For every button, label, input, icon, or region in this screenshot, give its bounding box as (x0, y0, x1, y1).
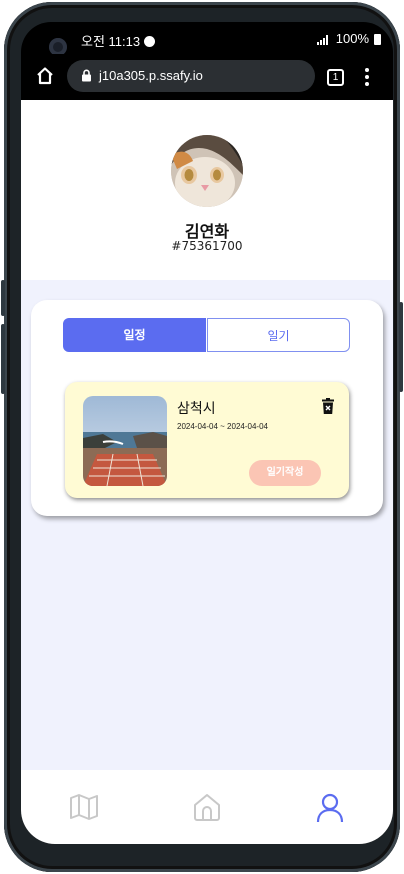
address-bar[interactable]: j10a305.p.ssafy.io (67, 60, 315, 92)
trash-icon[interactable] (321, 398, 335, 414)
browser-menu-icon[interactable] (365, 66, 371, 89)
status-time: 오전 11:13 (81, 31, 156, 50)
screen: 오전 11:13 100% j10a305.p.ssafy.io 1 김연화 #… (21, 22, 393, 844)
side-button (399, 302, 403, 392)
page-content: 김연화 #75361700 일정 일기 삼척시 2024-04-04 ~ 202… (21, 100, 393, 770)
signal-icon (317, 35, 328, 45)
header-wave (21, 258, 393, 276)
write-diary-button[interactable]: 일기작성 (249, 460, 321, 486)
profile-icon[interactable] (315, 792, 345, 824)
trip-thumbnail (83, 396, 167, 486)
status-time-text: 오전 11:13 (81, 34, 141, 49)
map-icon[interactable] (69, 792, 99, 822)
bottom-nav (21, 770, 393, 844)
status-bar: 오전 11:13 100% (21, 22, 393, 56)
tab-schedule[interactable]: 일정 (63, 318, 206, 352)
browser-home-icon[interactable] (35, 66, 55, 86)
schedule-diary-card: 일정 일기 삼척시 2024-04-04 ~ 2024-04-04 일기작성 (31, 300, 383, 516)
browser-bar: j10a305.p.ssafy.io 1 (21, 54, 393, 100)
schedule-item[interactable]: 삼척시 2024-04-04 ~ 2024-04-04 일기작성 (65, 382, 349, 498)
lock-icon (82, 69, 91, 82)
tab-count-button[interactable]: 1 (327, 69, 344, 86)
side-button (1, 280, 5, 316)
trip-dates: 2024-04-04 ~ 2024-04-04 (177, 422, 268, 431)
profile-id: #75361700 (171, 239, 243, 253)
trip-title: 삼척시 (177, 401, 216, 417)
tab-diary[interactable]: 일기 (207, 318, 350, 352)
avatar (171, 135, 243, 207)
battery-text: 100% (335, 31, 369, 46)
side-button (1, 324, 5, 394)
url-text: j10a305.p.ssafy.io (99, 68, 203, 83)
phone-frame: 오전 11:13 100% j10a305.p.ssafy.io 1 김연화 #… (1, 2, 403, 872)
battery-icon (374, 34, 381, 45)
home-icon[interactable] (192, 792, 222, 822)
spotify-icon (144, 36, 156, 47)
